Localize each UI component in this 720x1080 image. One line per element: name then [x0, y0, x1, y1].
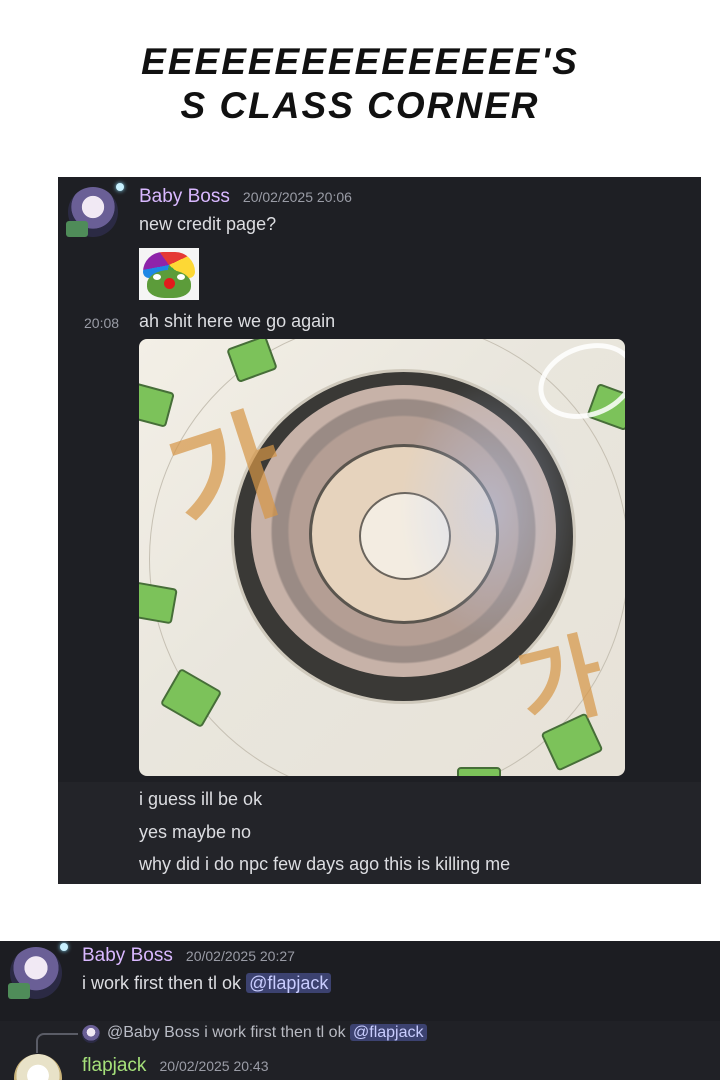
hover-timestamp: 20:08: [84, 315, 120, 331]
clown-pepe-emoji-icon[interactable]: [139, 248, 199, 300]
user-mention[interactable]: @flapjack: [350, 1024, 427, 1041]
timestamp: 20/02/2025 20:27: [185, 948, 295, 964]
message-header: Baby Boss 20/02/2025 20:27: [82, 945, 295, 967]
message-text: yes maybe no: [139, 822, 252, 842]
timestamp: 20/02/2025 20:06: [242, 189, 352, 205]
baby-boss-avatar[interactable]: [66, 183, 124, 237]
message-text: ah shit here we go again: [139, 311, 336, 331]
message-text: new credit page?: [139, 214, 277, 234]
message-text: i work first then tl ok @flapjack: [82, 973, 332, 994]
avatar-badge-icon: [8, 983, 30, 999]
message-header: flapjack 20/02/2025 20:43: [82, 1055, 269, 1077]
username[interactable]: Baby Boss: [82, 945, 173, 966]
reply-avatar[interactable]: [82, 1025, 100, 1043]
user-mention[interactable]: @flapjack: [246, 973, 332, 993]
reply-connector-icon: [36, 1033, 78, 1053]
sparkle-icon: [116, 183, 124, 191]
message-text: why did i do npc few days ago this is ki…: [139, 854, 511, 874]
username[interactable]: Baby Boss: [139, 186, 230, 207]
message-text: i guess ill be ok: [139, 789, 263, 809]
username[interactable]: flapjack: [82, 1055, 146, 1076]
chat-screenshot-2: Baby Boss 20/02/2025 20:27 i work first …: [0, 941, 720, 1080]
timestamp: 20/02/2025 20:43: [159, 1058, 269, 1074]
page-title: EEEEEEEEEEEEEEE'S S CLASS CORNER: [0, 40, 720, 128]
avatar-badge-icon: [66, 221, 88, 237]
sparkle-icon: [60, 943, 68, 951]
clown-nose: [164, 278, 175, 289]
page-title-line1: EEEEEEEEEEEEEEE'S: [141, 41, 579, 82]
chat-screenshot-1: Baby Boss 20/02/2025 20:06 new credit pa…: [58, 177, 701, 884]
reply-preview[interactable]: @Baby Boss i work first then tl ok @flap…: [107, 1024, 427, 1042]
page-title-line2: S CLASS CORNER: [180, 85, 540, 126]
baby-boss-avatar[interactable]: [8, 943, 68, 999]
message-header: Baby Boss 20/02/2025 20:06: [139, 186, 352, 208]
attached-image[interactable]: 가 가: [139, 339, 625, 776]
